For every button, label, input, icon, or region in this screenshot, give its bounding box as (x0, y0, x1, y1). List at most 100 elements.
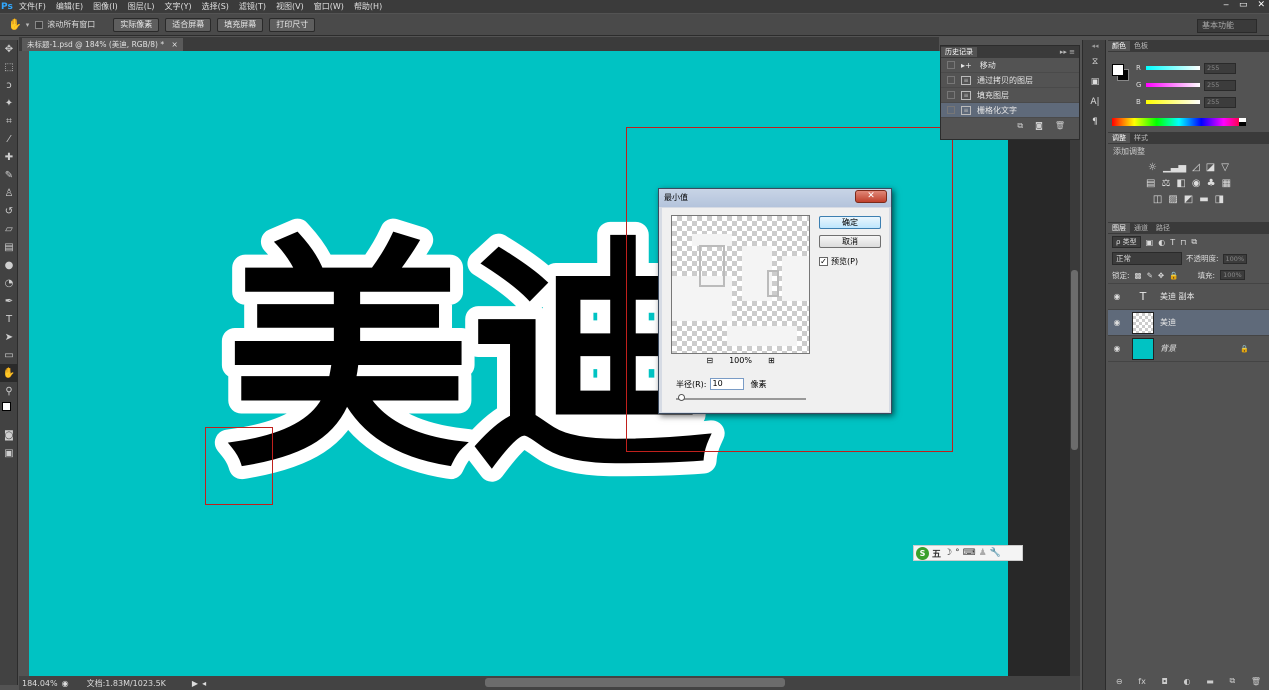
vibrance-icon[interactable]: ▽ (1221, 162, 1229, 173)
gradient-tool-icon[interactable]: ▤ (0, 238, 18, 256)
lock-all-icon[interactable]: 🔒 (1169, 271, 1178, 280)
layer-row[interactable]: ◉ 背景 🔒 (1108, 336, 1269, 362)
marquee-tool-icon[interactable]: ⬚ (0, 58, 18, 76)
fill-input[interactable]: 100% (1220, 270, 1245, 280)
wrench-icon[interactable]: 🔧 (990, 548, 1001, 558)
lock-paint-icon[interactable]: ✎ (1147, 271, 1153, 280)
link-layers-icon[interactable]: ⊖ (1116, 677, 1123, 686)
fill-screen-button[interactable]: 填充屏幕 (217, 17, 264, 32)
exposure-icon[interactable]: ◪ (1206, 162, 1215, 173)
black-white-icon[interactable]: ◧ (1176, 178, 1185, 189)
print-size-button[interactable]: 打印尺寸 (269, 17, 316, 32)
invert-icon[interactable]: ◫ (1153, 194, 1162, 205)
quick-mask-icon[interactable]: ◙ (0, 426, 18, 444)
hue-saturation-icon[interactable]: ▤ (1146, 178, 1155, 189)
type-tool-icon[interactable]: T (0, 310, 18, 328)
status-arrow-icon[interactable]: ▶ (192, 679, 198, 688)
filter-smart-icon[interactable]: ⧉ (1191, 237, 1197, 247)
channel-g-value[interactable]: 255 (1204, 80, 1236, 91)
radius-slider-thumb[interactable] (678, 394, 685, 401)
horizontal-scrollbar-thumb[interactable] (485, 678, 785, 687)
foreground-color-swatch[interactable] (2, 402, 11, 411)
channel-b-value[interactable]: 255 (1204, 97, 1236, 108)
vertical-scrollbar-thumb[interactable] (1071, 270, 1078, 450)
ok-button[interactable]: 确定 (819, 216, 881, 229)
pen-tool-icon[interactable]: ✒ (0, 292, 18, 310)
new-group-icon[interactable]: ▬ (1206, 677, 1214, 686)
preview-checkbox[interactable]: ✓ (819, 257, 828, 266)
color-balance-icon[interactable]: ⚖ (1161, 178, 1170, 189)
filter-adjustment-icon[interactable]: ◐ (1158, 238, 1165, 247)
healing-brush-tool-icon[interactable]: ✚ (0, 148, 18, 166)
channel-mixer-icon[interactable]: ♣ (1207, 178, 1216, 189)
filter-shape-icon[interactable]: ⊓ (1180, 238, 1186, 247)
path-selection-tool-icon[interactable]: ➤ (0, 328, 18, 346)
menu-select[interactable]: 选择(S) (197, 1, 234, 12)
blur-tool-icon[interactable]: ● (0, 256, 18, 274)
history-item[interactable]: ▸+ 移动 (941, 58, 1079, 73)
tab-adjustments[interactable]: 调整 (1108, 133, 1130, 143)
menu-edit[interactable]: 编辑(E) (51, 1, 88, 12)
sogou-logo-icon[interactable]: S (916, 546, 929, 560)
menu-type[interactable]: 文字(Y) (159, 1, 196, 12)
channel-g-slider[interactable] (1146, 83, 1200, 87)
tab-history[interactable]: 历史记录 (941, 47, 977, 57)
punctuation-icon[interactable]: ° (955, 548, 960, 558)
photo-filter-icon[interactable]: ◉ (1192, 178, 1201, 189)
scroll-left-icon[interactable]: ◂ (202, 679, 206, 688)
zoom-out-icon[interactable]: ⊟ (706, 356, 713, 365)
move-tool-icon[interactable]: ✥ (0, 40, 18, 58)
screen-mode-icon[interactable]: ▣ (0, 444, 18, 462)
layer-name[interactable]: 美迪 副本 (1160, 291, 1195, 302)
close-tab-icon[interactable]: × (172, 40, 178, 49)
dialog-close-button[interactable]: ✕ (855, 190, 887, 203)
collapse-icon[interactable]: ◂◂ (1083, 40, 1107, 52)
layer-name[interactable]: 背景 (1160, 343, 1240, 354)
opacity-input[interactable]: 100% (1222, 253, 1248, 264)
panel-menu-icon[interactable]: ▸▸ ≡ (1056, 48, 1079, 56)
gradient-map-icon[interactable]: ▬ (1199, 194, 1208, 205)
add-mask-icon[interactable]: ◘ (1162, 677, 1168, 686)
delete-layer-icon[interactable]: 🗑 (1251, 677, 1261, 686)
threshold-icon[interactable]: ◩ (1184, 194, 1193, 205)
scroll-all-windows-checkbox[interactable] (35, 20, 44, 29)
menu-layer[interactable]: 图层(L) (123, 1, 160, 12)
zoom-in-icon[interactable]: ⊞ (768, 356, 775, 365)
minimize-icon[interactable]: ‒ (1223, 0, 1229, 10)
brush-tool-icon[interactable]: ✎ (0, 166, 18, 184)
dodge-tool-icon[interactable]: ◔ (0, 274, 18, 292)
filter-pixel-icon[interactable]: ▣ (1146, 238, 1154, 247)
camera-icon[interactable]: ◙ (1035, 121, 1043, 131)
character-panel-icon[interactable]: A| (1083, 92, 1107, 112)
color-spectrum-bar[interactable] (1112, 118, 1246, 126)
moon-icon[interactable]: ☽ (944, 548, 952, 558)
radius-slider-track[interactable] (676, 398, 806, 400)
clone-stamp-tool-icon[interactable]: ♙ (0, 184, 18, 202)
brightness-contrast-icon[interactable]: ☼ (1148, 162, 1157, 173)
layer-filter-kind[interactable]: ρ 类型 (1112, 236, 1141, 248)
tab-swatches[interactable]: 色板 (1130, 41, 1152, 51)
blend-mode-select[interactable]: 正常 (1112, 252, 1182, 265)
channel-b-slider[interactable] (1146, 100, 1200, 104)
hand-tool-icon[interactable]: ✋ (0, 18, 26, 31)
color-lookup-icon[interactable]: ▦ (1222, 178, 1231, 189)
menu-help[interactable]: 帮助(H) (349, 1, 387, 12)
shape-tool-icon[interactable]: ▭ (0, 346, 18, 364)
tab-color[interactable]: 颜色 (1108, 41, 1130, 51)
keyboard-icon[interactable]: ⌨ (963, 548, 976, 558)
lock-transparent-icon[interactable]: ▩ (1135, 271, 1142, 280)
restore-icon[interactable]: ▭ (1239, 0, 1248, 10)
actual-pixels-button[interactable]: 实际像素 (113, 17, 160, 32)
ime-mode[interactable]: 五 (932, 547, 941, 560)
trash-icon[interactable]: 🗑 (1055, 121, 1065, 131)
hand-tool-icon[interactable]: ✋ (0, 364, 18, 382)
crop-tool-icon[interactable]: ⌗ (0, 112, 18, 130)
filter-type-icon[interactable]: T (1170, 238, 1175, 247)
history-item[interactable]: ≡ 通过拷贝的图层 (941, 73, 1079, 88)
history-brush-source-checkbox[interactable] (947, 61, 955, 69)
color-swatches-icon[interactable] (0, 400, 18, 426)
channel-r-slider[interactable] (1146, 66, 1200, 70)
menu-window[interactable]: 窗口(W) (309, 1, 349, 12)
properties-panel-icon[interactable]: ▣ (1083, 72, 1107, 92)
preview-checkbox-row[interactable]: ✓ 预览(P) (819, 256, 858, 267)
